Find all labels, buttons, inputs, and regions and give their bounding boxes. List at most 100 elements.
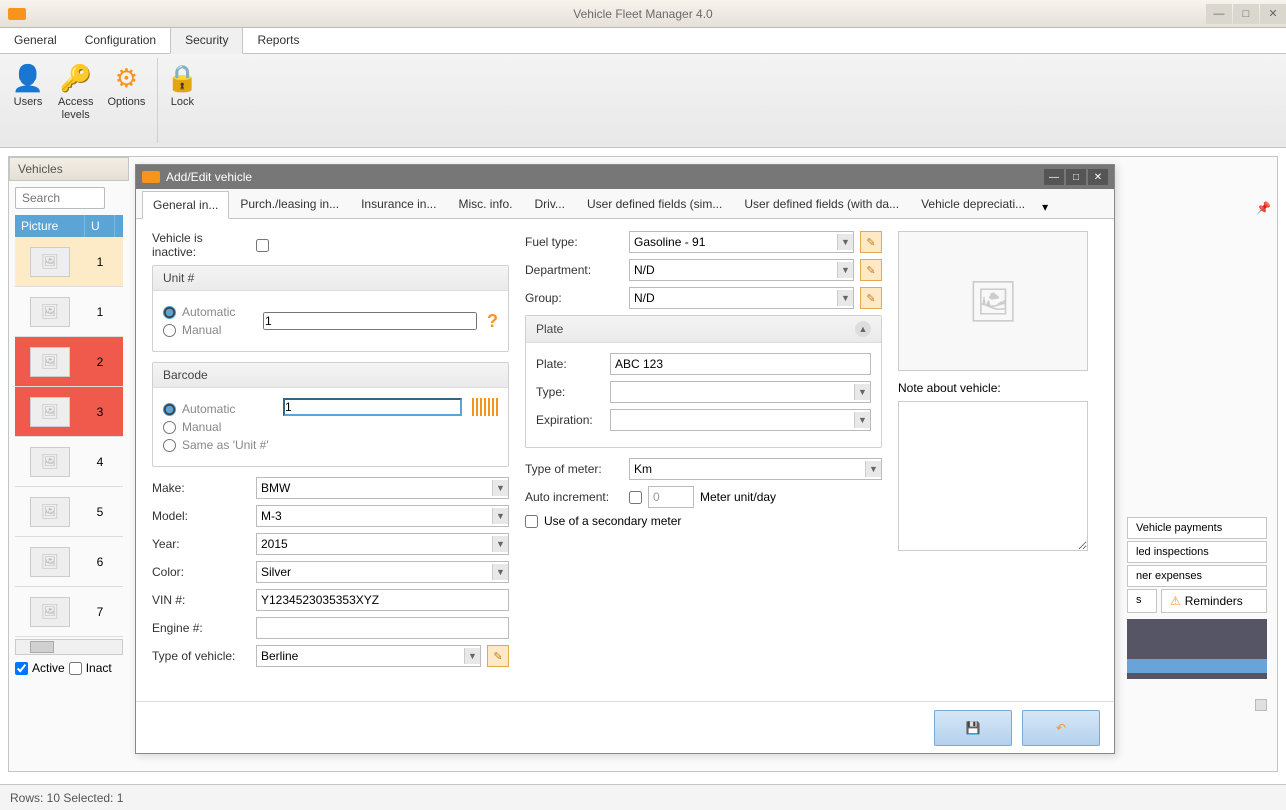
unit-group-title: Unit # (153, 266, 508, 291)
meter-label: Type of meter: (525, 462, 623, 476)
platetype-combo[interactable]: ▼ (610, 381, 871, 403)
dialog-close-button[interactable]: ✕ (1088, 169, 1108, 185)
options-button[interactable]: ⚙ Options (101, 58, 151, 143)
table-row[interactable]: 🖼2 (15, 337, 123, 387)
help-icon[interactable]: ? (487, 311, 498, 332)
add-edit-vehicle-dialog: Add/Edit vehicle — □ ✕ General in... Pur… (135, 164, 1115, 754)
dialog-titlebar[interactable]: Add/Edit vehicle — □ ✕ (136, 165, 1114, 189)
year-combo[interactable]: 2015▼ (256, 533, 509, 555)
image-icon: 🖼 (30, 497, 70, 527)
tab-inspections[interactable]: led inspections (1127, 541, 1267, 563)
maximize-button[interactable]: □ (1233, 4, 1259, 24)
color-label: Color: (152, 565, 250, 579)
collapse-icon[interactable]: ▲ (855, 321, 871, 337)
undo-button[interactable]: ↶ (1022, 710, 1100, 746)
table-row[interactable]: 🖼1 (15, 237, 123, 287)
tab-security[interactable]: Security (170, 26, 243, 54)
minimize-button[interactable]: — (1206, 4, 1232, 24)
group-combo[interactable]: N/D▼ (629, 287, 854, 309)
expiration-combo[interactable]: ▼ (610, 409, 871, 431)
image-icon: 🖼 (30, 397, 70, 427)
col-picture[interactable]: Picture (15, 215, 85, 237)
search-input[interactable] (15, 187, 105, 209)
color-combo[interactable]: Silver▼ (256, 561, 509, 583)
chevron-down-icon: ▼ (492, 508, 508, 524)
edit-fuel-button[interactable]: ✎ (860, 231, 882, 253)
tab-reports[interactable]: Reports (243, 27, 313, 53)
user-icon: 👤 (12, 62, 44, 94)
dlgtab-purch[interactable]: Purch./leasing in... (229, 190, 350, 218)
barcode-input[interactable] (283, 398, 462, 416)
col-unit[interactable]: U (85, 215, 115, 237)
barcode-automatic-radio[interactable] (163, 403, 176, 416)
secondary-label: Use of a secondary meter (544, 514, 681, 528)
tab-payments[interactable]: Vehicle payments (1127, 517, 1267, 539)
dlgtab-insurance[interactable]: Insurance in... (350, 190, 447, 218)
meter-combo[interactable]: Km▼ (629, 458, 882, 480)
plate-group-title: Plate (536, 322, 563, 336)
close-button[interactable]: ✕ (1260, 4, 1286, 24)
tab-reminders[interactable]: ⚠ Reminders (1161, 589, 1267, 613)
meterunit-input[interactable] (648, 486, 694, 508)
access-levels-button[interactable]: 🔑 Access levels (52, 58, 99, 143)
engine-input[interactable] (256, 617, 509, 639)
dialog-maximize-button[interactable]: □ (1066, 169, 1086, 185)
dlgtab-udf1[interactable]: User defined fields (sim... (576, 190, 733, 218)
edit-group-button[interactable]: ✎ (860, 287, 882, 309)
edit-dept-button[interactable]: ✎ (860, 259, 882, 281)
make-combo[interactable]: BMW▼ (256, 477, 509, 499)
barcode-sameas-radio[interactable] (163, 439, 176, 452)
dlgtab-udf2[interactable]: User defined fields (with da... (733, 190, 910, 218)
image-icon: 🖼 (30, 297, 70, 327)
lock-button[interactable]: 🔒 Lock (160, 58, 204, 143)
tab-configuration[interactable]: Configuration (71, 27, 170, 53)
chevron-down-icon: ▼ (854, 384, 870, 400)
warning-icon: ⚠ (1170, 594, 1181, 608)
autoinc-checkbox[interactable] (629, 491, 642, 504)
titlebar: Vehicle Fleet Manager 4.0 — □ ✕ (0, 0, 1286, 28)
save-icon: 💾 (966, 721, 981, 735)
type-combo[interactable]: Berline▼ (256, 645, 481, 667)
table-row[interactable]: 🖼3 (15, 387, 123, 437)
table-row[interactable]: 🖼4 (15, 437, 123, 487)
active-checkbox[interactable] (15, 662, 28, 675)
gear-icon: ⚙ (110, 62, 142, 94)
tab-overflow-button[interactable]: ▾ (1036, 196, 1054, 218)
table-row[interactable]: 🖼6 (15, 537, 123, 587)
dlgtab-misc[interactable]: Misc. info. (447, 190, 523, 218)
table-row[interactable]: 🖼5 (15, 487, 123, 537)
dialog-minimize-button[interactable]: — (1044, 169, 1064, 185)
save-button[interactable]: 💾 (934, 710, 1012, 746)
users-button[interactable]: 👤 Users (6, 58, 50, 143)
scroll-handle[interactable] (1255, 699, 1267, 711)
vin-input[interactable] (256, 589, 509, 611)
inactive-checkbox[interactable] (256, 239, 269, 252)
inactive-checkbox[interactable] (69, 662, 82, 675)
tab-s[interactable]: s (1127, 589, 1157, 613)
tab-general[interactable]: General (0, 27, 71, 53)
secondary-checkbox[interactable] (525, 515, 538, 528)
edit-type-button[interactable]: ✎ (487, 645, 509, 667)
status-text: Rows: 10 Selected: 1 (10, 791, 123, 805)
chevron-down-icon: ▼ (865, 461, 881, 477)
note-textarea[interactable] (898, 401, 1088, 551)
horizontal-scrollbar[interactable] (15, 639, 123, 655)
pin-icon[interactable]: 📌 (1256, 201, 1271, 215)
vehicle-image-placeholder[interactable]: 🖼 (898, 231, 1088, 371)
model-combo[interactable]: M-3▼ (256, 505, 509, 527)
unit-manual-radio[interactable] (163, 324, 176, 337)
dlgtab-general[interactable]: General in... (142, 191, 229, 219)
unit-automatic-radio[interactable] (163, 306, 176, 319)
dlgtab-deprec[interactable]: Vehicle depreciati... (910, 190, 1036, 218)
table-row[interactable]: 🖼1 (15, 287, 123, 337)
table-row[interactable]: 🖼7 (15, 587, 123, 637)
platetype-label: Type: (536, 385, 604, 399)
dept-combo[interactable]: N/D▼ (629, 259, 854, 281)
tab-expenses[interactable]: ner expenses (1127, 565, 1267, 587)
fuel-combo[interactable]: Gasoline - 91▼ (629, 231, 854, 253)
barcode-manual-radio[interactable] (163, 421, 176, 434)
image-icon: 🖼 (30, 547, 70, 577)
unit-input[interactable] (263, 312, 477, 330)
dlgtab-driv[interactable]: Driv... (523, 190, 575, 218)
plate-input[interactable] (610, 353, 871, 375)
